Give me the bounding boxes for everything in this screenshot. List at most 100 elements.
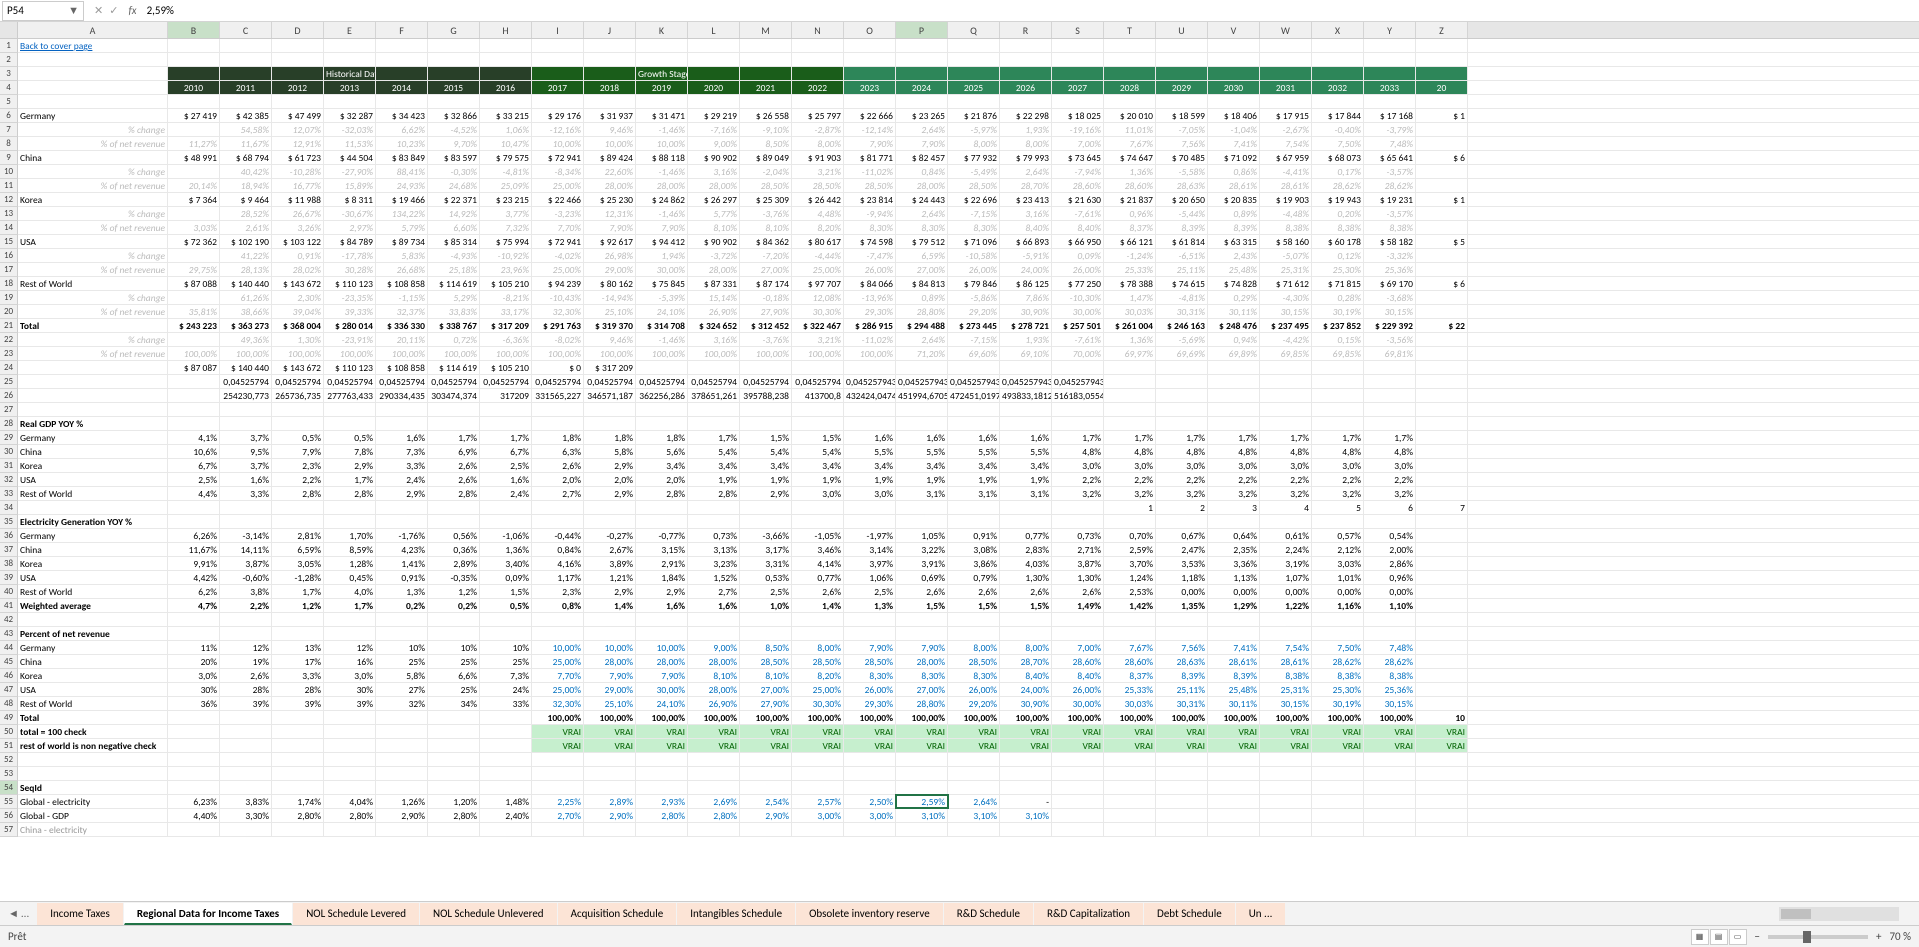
row-header-10[interactable]: 10 [0, 165, 18, 179]
row-header-16[interactable]: 16 [0, 249, 18, 263]
row-header-36[interactable]: 36 [0, 529, 18, 543]
col-header-P[interactable]: P [896, 22, 948, 38]
row-header-30[interactable]: 30 [0, 445, 18, 459]
col-header-Y[interactable]: Y [1364, 22, 1416, 38]
sheet-tab[interactable]: NOL Schedule Unlevered [420, 903, 557, 925]
zoom-out-icon[interactable]: − [1755, 930, 1760, 943]
col-header-C[interactable]: C [220, 22, 272, 38]
cancel-icon[interactable]: ✕ [94, 4, 103, 17]
row-header-44[interactable]: 44 [0, 641, 18, 655]
row-header-49[interactable]: 49 [0, 711, 18, 725]
sheet-tab[interactable]: Un ... [1236, 903, 1286, 925]
row-header-37[interactable]: 37 [0, 543, 18, 557]
col-header-Z[interactable]: Z [1416, 22, 1468, 38]
col-header-X[interactable]: X [1312, 22, 1364, 38]
row-header-48[interactable]: 48 [0, 697, 18, 711]
col-header-L[interactable]: L [688, 22, 740, 38]
row-header-12[interactable]: 12 [0, 193, 18, 207]
row-header-47[interactable]: 47 [0, 683, 18, 697]
col-header-J[interactable]: J [584, 22, 636, 38]
tab-menu-icon[interactable]: ... [21, 907, 29, 920]
sheet-tab[interactable]: R&D Schedule [944, 903, 1033, 925]
col-header-U[interactable]: U [1156, 22, 1208, 38]
row-header-24[interactable]: 24 [0, 361, 18, 375]
col-header-O[interactable]: O [844, 22, 896, 38]
row-header-31[interactable]: 31 [0, 459, 18, 473]
row-header-35[interactable]: 35 [0, 515, 18, 529]
col-header-F[interactable]: F [376, 22, 428, 38]
col-header-G[interactable]: G [428, 22, 480, 38]
zoom-in-icon[interactable]: + [1876, 930, 1881, 943]
row-header-56[interactable]: 56 [0, 809, 18, 823]
row-header-22[interactable]: 22 [0, 333, 18, 347]
zoom-slider[interactable] [1768, 935, 1868, 939]
back-link[interactable]: Back to cover page [18, 39, 168, 52]
row-header-14[interactable]: 14 [0, 221, 18, 235]
normal-view-icon[interactable]: ▦ [1691, 929, 1709, 945]
page-break-icon[interactable]: ▭ [1729, 929, 1747, 945]
row-header-25[interactable]: 25 [0, 375, 18, 389]
row-header-1[interactable]: 1 [0, 39, 18, 53]
sheet-tab[interactable]: Obsolete inventory reserve [796, 903, 943, 925]
col-header-Q[interactable]: Q [948, 22, 1000, 38]
row-header-53[interactable]: 53 [0, 767, 18, 781]
row-header-54[interactable]: 54 [0, 781, 18, 795]
col-header-D[interactable]: D [272, 22, 324, 38]
row-header-15[interactable]: 15 [0, 235, 18, 249]
row-header-33[interactable]: 33 [0, 487, 18, 501]
col-header-A[interactable]: A [18, 22, 168, 38]
row-header-32[interactable]: 32 [0, 473, 18, 487]
sheet-tab[interactable]: Debt Schedule [1144, 903, 1235, 925]
row-header-13[interactable]: 13 [0, 207, 18, 221]
row-header-23[interactable]: 23 [0, 347, 18, 361]
col-header-W[interactable]: W [1260, 22, 1312, 38]
row-header-57[interactable]: 57 [0, 823, 18, 837]
col-header-N[interactable]: N [792, 22, 844, 38]
row-header-2[interactable]: 2 [0, 53, 18, 67]
row-header-9[interactable]: 9 [0, 151, 18, 165]
col-header-V[interactable]: V [1208, 22, 1260, 38]
tab-prev-icon[interactable]: ◄ [8, 907, 19, 920]
col-header-T[interactable]: T [1104, 22, 1156, 38]
row-header-19[interactable]: 19 [0, 291, 18, 305]
zoom-level[interactable]: 70 % [1889, 930, 1911, 943]
row-header-41[interactable]: 41 [0, 599, 18, 613]
row-header-3[interactable]: 3 [0, 67, 18, 81]
col-header-B[interactable]: B [168, 22, 220, 38]
row-header-21[interactable]: 21 [0, 319, 18, 333]
col-header-M[interactable]: M [740, 22, 792, 38]
row-header-6[interactable]: 6 [0, 109, 18, 123]
row-header-43[interactable]: 43 [0, 627, 18, 641]
row-header-50[interactable]: 50 [0, 725, 18, 739]
col-header-R[interactable]: R [1000, 22, 1052, 38]
select-all[interactable] [0, 22, 18, 38]
col-header-K[interactable]: K [636, 22, 688, 38]
row-header-8[interactable]: 8 [0, 137, 18, 151]
row-header-18[interactable]: 18 [0, 277, 18, 291]
row-header-51[interactable]: 51 [0, 739, 18, 753]
col-header-I[interactable]: I [532, 22, 584, 38]
row-header-26[interactable]: 26 [0, 389, 18, 403]
row-header-46[interactable]: 46 [0, 669, 18, 683]
row-header-29[interactable]: 29 [0, 431, 18, 445]
row-header-52[interactable]: 52 [0, 753, 18, 767]
col-header-H[interactable]: H [480, 22, 532, 38]
sheet-tab[interactable]: Regional Data for Income Taxes [124, 903, 292, 925]
sheet-tab[interactable]: Acquisition Schedule [558, 903, 677, 925]
formula-input[interactable]: 2,59% [145, 2, 1919, 19]
sheet-tab[interactable]: Income Taxes [37, 903, 123, 925]
enter-icon[interactable]: ✓ [109, 4, 118, 17]
row-header-11[interactable]: 11 [0, 179, 18, 193]
row-header-34[interactable]: 34 [0, 501, 18, 515]
row-header-17[interactable]: 17 [0, 263, 18, 277]
row-header-40[interactable]: 40 [0, 585, 18, 599]
row-header-28[interactable]: 28 [0, 417, 18, 431]
row-header-42[interactable]: 42 [0, 613, 18, 627]
row-header-5[interactable]: 5 [0, 95, 18, 109]
row-header-55[interactable]: 55 [0, 795, 18, 809]
row-header-7[interactable]: 7 [0, 123, 18, 137]
sheet-tab[interactable]: NOL Schedule Levered [293, 903, 419, 925]
row-header-4[interactable]: 4 [0, 81, 18, 95]
horizontal-scrollbar[interactable] [1779, 907, 1899, 921]
name-box[interactable]: P54▼ [2, 1, 84, 21]
